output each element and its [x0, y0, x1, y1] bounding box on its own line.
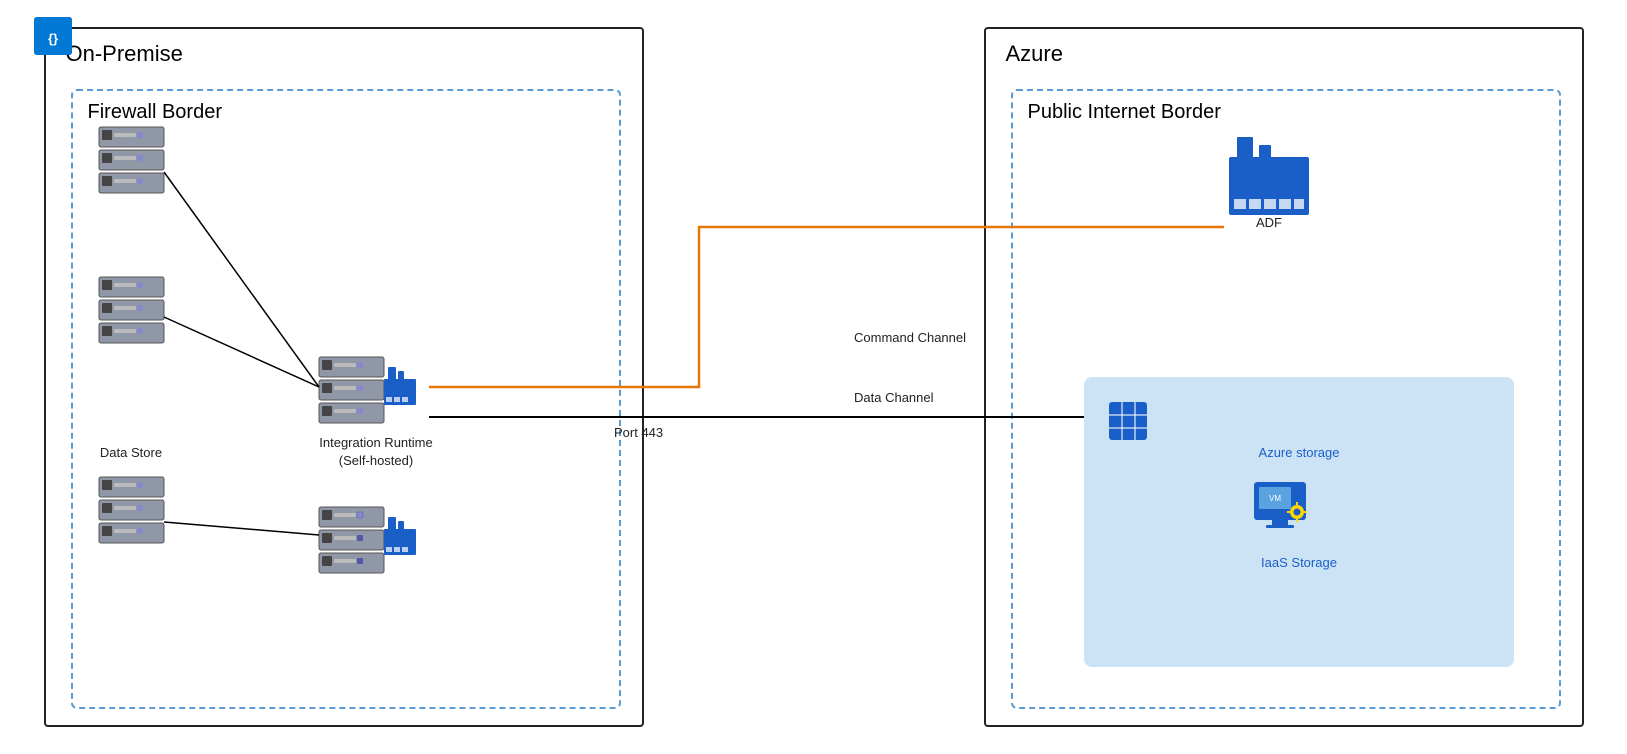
azure-box: Azure Public Internet Border — [984, 27, 1584, 727]
firewall-title: Firewall Border — [73, 91, 619, 124]
svg-text:Command Channel: Command Channel — [854, 330, 966, 345]
public-internet-title: Public Internet Border — [1013, 91, 1559, 124]
azure-title: Azure — [986, 29, 1582, 67]
diagram-container: On-Premise Firewall Border Azure Public … — [34, 17, 1594, 737]
svg-text:Data Channel: Data Channel — [854, 390, 934, 405]
firewall-border-box: Firewall Border — [71, 89, 621, 709]
on-premise-box: On-Premise Firewall Border — [44, 27, 644, 727]
public-internet-box: Public Internet Border — [1011, 89, 1561, 709]
on-premise-title: On-Premise — [46, 29, 642, 67]
